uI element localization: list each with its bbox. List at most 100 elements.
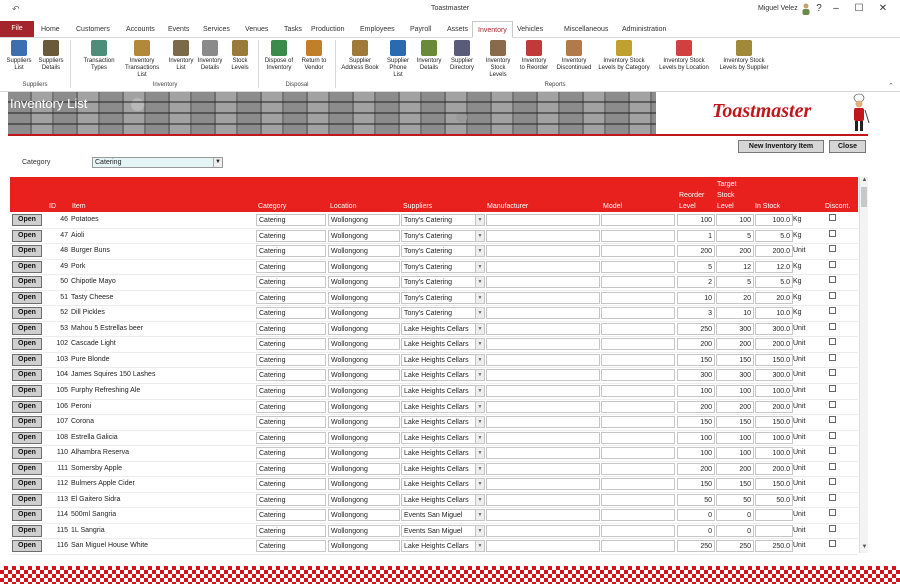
row-manufacturer[interactable]	[486, 524, 600, 537]
row-manufacturer[interactable]	[486, 431, 600, 444]
row-category[interactable]: Catering	[256, 385, 326, 398]
row-model[interactable]	[601, 229, 675, 242]
row-manufacturer[interactable]	[486, 291, 600, 304]
row-manufacturer[interactable]	[486, 353, 600, 366]
row-discontinued-checkbox[interactable]	[829, 353, 836, 361]
row-target-level[interactable]: 5	[716, 276, 754, 289]
row-category[interactable]: Catering	[256, 447, 326, 460]
row-item[interactable]: Burger Buns	[71, 245, 255, 257]
row-item[interactable]: Corona	[71, 416, 255, 428]
ribbon-button-15[interactable]: Inventory Discontinued	[556, 40, 592, 72]
row-location[interactable]: Wollongong	[328, 509, 400, 522]
row-manufacturer[interactable]	[486, 322, 600, 335]
row-model[interactable]	[601, 291, 675, 304]
row-category[interactable]: Catering	[256, 276, 326, 289]
close-button[interactable]: Close	[829, 140, 866, 153]
row-item[interactable]: Alhambra Reserva	[71, 447, 255, 459]
row-location[interactable]: Wollongong	[328, 353, 400, 366]
row-category[interactable]: Catering	[256, 214, 326, 226]
row-instock[interactable]: 150.0	[755, 478, 793, 491]
chevron-down-icon[interactable]: ▼	[475, 494, 484, 505]
row-instock[interactable]: 150.0	[755, 416, 793, 429]
tab-employees[interactable]: Employees	[355, 21, 400, 38]
row-location[interactable]: Wollongong	[328, 369, 400, 382]
row-location[interactable]: Wollongong	[328, 307, 400, 320]
ribbon-button-16[interactable]: Inventory Stock Levels by Category	[597, 40, 651, 72]
row-model[interactable]	[601, 478, 675, 491]
row-discontinued-checkbox[interactable]	[829, 385, 836, 393]
row-instock[interactable]: 100.0	[755, 431, 793, 444]
open-row-button[interactable]: Open	[12, 462, 42, 475]
open-row-button[interactable]: Open	[12, 478, 42, 491]
ribbon-button-0[interactable]: Suppliers List	[4, 40, 34, 72]
row-manufacturer[interactable]	[486, 369, 600, 382]
row-instock[interactable]: 10.0	[755, 307, 793, 320]
row-target-level[interactable]: 0	[716, 524, 754, 537]
ribbon-button-11[interactable]: Inventory Details	[415, 40, 443, 72]
row-discontinued-checkbox[interactable]	[829, 447, 836, 455]
row-reorder-level[interactable]: 0	[677, 524, 715, 537]
row-target-level[interactable]: 12	[716, 260, 754, 273]
ribbon-button-18[interactable]: Inventory Stock Levels by Supplier	[716, 40, 772, 72]
chevron-down-icon[interactable]: ▼	[475, 386, 484, 397]
row-target-level[interactable]: 20	[716, 291, 754, 304]
chevron-down-icon[interactable]: ▼	[475, 417, 484, 428]
chevron-down-icon[interactable]: ▼	[475, 277, 484, 288]
chevron-down-icon[interactable]: ▼	[475, 354, 484, 365]
row-instock[interactable]: 200.0	[755, 400, 793, 413]
row-location[interactable]: Wollongong	[328, 245, 400, 258]
row-item[interactable]: Peroni	[71, 401, 255, 413]
row-location[interactable]: Wollongong	[328, 540, 400, 553]
row-supplier-select[interactable]: Lake Heights Cellars ▼	[401, 478, 485, 491]
row-item[interactable]: Estrella Galicia	[71, 432, 255, 444]
row-location[interactable]: Wollongong	[328, 229, 400, 242]
row-discontinued-checkbox[interactable]	[829, 524, 836, 532]
row-target-level[interactable]: 150	[716, 416, 754, 429]
row-instock[interactable]: 300.0	[755, 322, 793, 335]
row-supplier-select[interactable]: Lake Heights Cellars ▼	[401, 353, 485, 366]
row-manufacturer[interactable]	[486, 229, 600, 242]
chevron-down-icon[interactable]: ▼	[475, 339, 484, 350]
row-target-level[interactable]: 100	[716, 431, 754, 444]
row-supplier-select[interactable]: Tony's Catering ▼	[401, 245, 485, 258]
row-model[interactable]	[601, 400, 675, 413]
row-category[interactable]: Catering	[256, 431, 326, 444]
row-reorder-level[interactable]: 10	[677, 291, 715, 304]
row-model[interactable]	[601, 322, 675, 335]
row-model[interactable]	[601, 493, 675, 506]
open-row-button[interactable]: Open	[12, 322, 42, 335]
row-discontinued-checkbox[interactable]	[829, 214, 836, 221]
row-reorder-level[interactable]: 50	[677, 493, 715, 506]
row-instock[interactable]	[755, 524, 793, 537]
chevron-down-icon[interactable]: ▼	[213, 158, 222, 167]
close-window-icon[interactable]: ✕	[876, 3, 890, 14]
row-target-level[interactable]: 300	[716, 369, 754, 382]
row-category[interactable]: Catering	[256, 400, 326, 413]
row-category[interactable]: Catering	[256, 307, 326, 320]
row-instock[interactable]: 20.0	[755, 291, 793, 304]
row-instock[interactable]: 200.0	[755, 462, 793, 475]
row-location[interactable]: Wollongong	[328, 338, 400, 351]
row-model[interactable]	[601, 353, 675, 366]
chevron-down-icon[interactable]: ▼	[475, 246, 484, 257]
row-reorder-level[interactable]: 0	[677, 509, 715, 522]
row-reorder-level[interactable]: 100	[677, 447, 715, 460]
row-reorder-level[interactable]: 150	[677, 353, 715, 366]
row-reorder-level[interactable]: 200	[677, 245, 715, 258]
category-select[interactable]: Catering ▼	[92, 157, 223, 168]
row-category[interactable]: Catering	[256, 462, 326, 475]
open-row-button[interactable]: Open	[12, 276, 42, 289]
tab-assets[interactable]: Assets	[442, 21, 473, 38]
row-item[interactable]: Pork	[71, 261, 255, 273]
maximize-icon[interactable]: ☐	[852, 3, 866, 14]
row-discontinued-checkbox[interactable]	[829, 338, 836, 346]
row-target-level[interactable]: 100	[716, 214, 754, 226]
open-row-button[interactable]: Open	[12, 509, 42, 522]
row-model[interactable]	[601, 369, 675, 382]
vertical-scrollbar[interactable]: ▲ ▼	[859, 177, 868, 553]
row-target-level[interactable]: 100	[716, 447, 754, 460]
chevron-down-icon[interactable]: ▼	[475, 261, 484, 272]
chevron-down-icon[interactable]: ▼	[475, 370, 484, 381]
tab-services[interactable]: Services	[198, 21, 235, 38]
row-instock[interactable]: 100.0	[755, 447, 793, 460]
